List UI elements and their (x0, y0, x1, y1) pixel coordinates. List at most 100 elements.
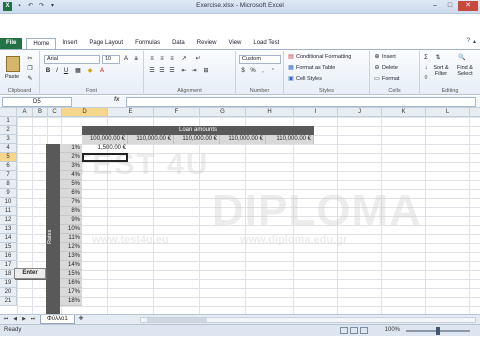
row-header-8[interactable]: 8 (0, 180, 17, 189)
tab-data[interactable]: Data (166, 38, 191, 49)
paste-icon[interactable] (6, 56, 20, 72)
formula-input[interactable] (126, 97, 476, 107)
row-header-14[interactable]: 14 (0, 234, 17, 243)
rate-cell[interactable]: 9% (60, 216, 82, 225)
column-header-c[interactable]: C (48, 108, 62, 117)
underline-icon[interactable]: U (62, 67, 70, 75)
borders-icon[interactable]: ▦ (74, 67, 82, 75)
percent-icon[interactable]: % (249, 67, 257, 75)
payment-cell-d4[interactable]: 1,500.00 € (82, 144, 128, 153)
scroll-thumb[interactable] (147, 318, 207, 322)
tab-home[interactable]: Home (26, 38, 57, 49)
font-name-select[interactable]: Arial (44, 55, 100, 64)
amount-cell-g3[interactable]: 110,000.00 € (220, 135, 266, 144)
sheet-tab-active[interactable]: Φύλλο1 (40, 315, 75, 324)
amount-cell-h3[interactable]: 110,000.00 € (266, 135, 314, 144)
horizontal-scrollbar[interactable] (140, 317, 476, 323)
bold-icon[interactable]: B (44, 67, 52, 75)
row-header-2[interactable]: 2 (0, 126, 17, 135)
column-header-k[interactable]: K (382, 108, 426, 117)
row-header-5[interactable]: 5 (0, 153, 17, 162)
row-header-21[interactable]: 21 (0, 297, 17, 306)
row-header-6[interactable]: 6 (0, 162, 17, 171)
fill-color-icon[interactable]: ◆ (86, 67, 94, 75)
help-icon[interactable]: ? (467, 38, 470, 45)
zoom-slider[interactable] (406, 327, 470, 335)
tab-insert[interactable]: Insert (56, 38, 83, 49)
decrease-indent-icon[interactable]: ⇤ (180, 67, 188, 75)
font-size-select[interactable]: 10 (102, 55, 120, 64)
minimize-button[interactable]: – (428, 1, 442, 11)
column-header-e[interactable]: E (108, 108, 154, 117)
normal-view-icon[interactable] (340, 327, 348, 334)
rate-cell[interactable]: 14% (60, 261, 82, 270)
column-header-h[interactable]: H (246, 108, 294, 117)
conditional-formatting-button[interactable]: Conditional Formatting (296, 54, 351, 60)
fill-icon[interactable]: ↓ (422, 64, 430, 72)
tab-load-test[interactable]: Load Test (247, 38, 285, 49)
row-header-13[interactable]: 13 (0, 225, 17, 234)
align-left-icon[interactable]: ☰ (148, 67, 156, 75)
tab-view[interactable]: View (222, 38, 247, 49)
prev-sheet-icon[interactable]: ◀ (11, 316, 19, 322)
align-top-icon[interactable]: ≡ (148, 55, 156, 63)
sort-filter-button[interactable]: Sort & Filter (430, 65, 452, 77)
next-sheet-icon[interactable]: ▶ (20, 316, 28, 322)
rate-cell[interactable]: 11% (60, 234, 82, 243)
number-format-select[interactable]: Custom (239, 55, 281, 64)
zoom-slider-knob[interactable] (436, 327, 440, 335)
shrink-font-icon[interactable]: a (132, 55, 140, 63)
wrap-text-icon[interactable]: ↵ (194, 55, 202, 63)
column-header-b[interactable]: B (33, 108, 48, 117)
rate-cell[interactable]: 16% (60, 279, 82, 288)
row-header-12[interactable]: 12 (0, 216, 17, 225)
tab-page-layout[interactable]: Page Layout (83, 38, 129, 49)
tab-review[interactable]: Review (191, 38, 223, 49)
row-header-10[interactable]: 10 (0, 198, 17, 207)
page-break-view-icon[interactable] (360, 327, 368, 334)
amount-cell-e3[interactable]: 110,000.00 € (128, 135, 174, 144)
row-header-4[interactable]: 4 (0, 144, 17, 153)
row-header-20[interactable]: 20 (0, 288, 17, 297)
rate-cell[interactable]: 7% (60, 198, 82, 207)
rate-cell[interactable]: 10% (60, 225, 82, 234)
row-header-16[interactable]: 16 (0, 252, 17, 261)
increase-indent-icon[interactable]: ⇥ (190, 67, 198, 75)
column-header-d[interactable]: D (62, 108, 108, 117)
align-bottom-icon[interactable]: ≡ (168, 55, 176, 63)
ribbon-minimize-icon[interactable]: ▴ (473, 38, 476, 45)
row-header-9[interactable]: 9 (0, 189, 17, 198)
tab-formulas[interactable]: Formulas (129, 38, 166, 49)
enter-button[interactable]: Enter (14, 268, 46, 279)
page-layout-view-icon[interactable] (350, 327, 358, 334)
row-header-11[interactable]: 11 (0, 207, 17, 216)
row-header-3[interactable]: 3 (0, 135, 17, 144)
insert-sheet-icon[interactable]: ✚ (76, 315, 86, 324)
rate-cell[interactable]: 6% (60, 189, 82, 198)
align-right-icon[interactable]: ☰ (168, 67, 176, 75)
comma-style-icon[interactable]: , (259, 67, 267, 75)
cell-styles-button[interactable]: Cell Styles (296, 76, 322, 82)
rate-cell[interactable]: 1% (60, 144, 82, 153)
rate-cell[interactable]: 17% (60, 288, 82, 297)
rate-cell[interactable]: 18% (60, 297, 82, 306)
paste-button[interactable]: Paste (5, 74, 19, 80)
amount-cell-d3[interactable]: 100,000.00 € (82, 135, 128, 144)
tab-file[interactable]: File (0, 38, 23, 49)
loan-amounts-header[interactable]: Loan amounts (82, 126, 314, 135)
find-select-button[interactable]: Find & Select (453, 65, 477, 77)
column-header-i[interactable]: I (294, 108, 338, 117)
rate-cell[interactable]: 4% (60, 171, 82, 180)
rate-cell[interactable]: 13% (60, 252, 82, 261)
insert-button[interactable]: Insert (382, 54, 396, 60)
last-sheet-icon[interactable]: ⏭ (29, 316, 37, 322)
grow-font-icon[interactable]: A (122, 55, 130, 63)
format-button[interactable]: Format (382, 76, 399, 82)
first-sheet-icon[interactable]: ⏮ (2, 316, 10, 322)
orientation-icon[interactable]: ↗ (180, 55, 188, 63)
amount-cell-f3[interactable]: 110,000.00 € (174, 135, 220, 144)
rate-cell[interactable]: 15% (60, 270, 82, 279)
align-center-icon[interactable]: ☰ (158, 67, 166, 75)
row-header-7[interactable]: 7 (0, 171, 17, 180)
cut-icon[interactable]: ✂ (26, 55, 34, 63)
